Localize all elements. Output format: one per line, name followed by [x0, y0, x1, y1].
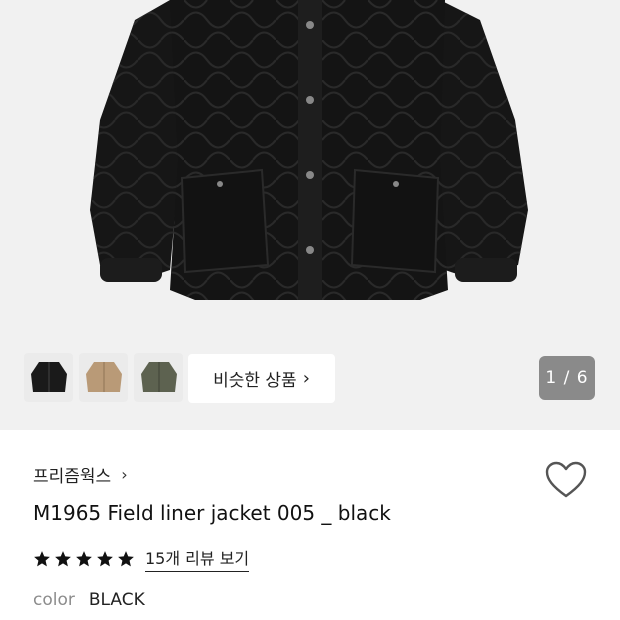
chevron-right-icon: ›	[121, 465, 128, 484]
similar-products-label: 비슷한 상품	[213, 371, 297, 391]
color-label: color	[33, 590, 75, 610]
brand-name: 프리즘웍스	[33, 467, 112, 487]
similar-products-button[interactable]: 비슷한 상품 ›	[188, 354, 335, 403]
star-icon	[97, 550, 113, 566]
rating-stars	[33, 550, 135, 568]
black-jacket-thumb-icon	[30, 361, 67, 392]
thumbnail-black-jacket[interactable]	[24, 353, 73, 402]
thumbnail-olive-jacket[interactable]	[134, 353, 183, 402]
review-link[interactable]: 15개 리뷰 보기	[145, 545, 250, 572]
color-value: BLACK	[88, 590, 145, 610]
star-icon	[118, 550, 134, 566]
star-icon	[76, 550, 92, 566]
color-row: color BLACK	[33, 590, 145, 610]
heart-icon[interactable]	[544, 460, 588, 500]
thumbnail-beige-jacket[interactable]	[79, 353, 128, 402]
thumbnail-strip	[24, 353, 183, 402]
beige-jacket-thumb-icon	[85, 361, 122, 392]
star-icon	[34, 550, 50, 566]
chevron-right-icon: ›	[302, 368, 310, 389]
brand-link[interactable]: 프리즘웍스 ›	[33, 462, 128, 487]
product-image-gallery[interactable]: 비슷한 상품 › 1 / 6	[0, 0, 620, 430]
star-icon	[55, 550, 71, 566]
rating-row: 15개 리뷰 보기	[33, 545, 250, 572]
product-title: M1965 Field liner jacket 005 _ black	[33, 501, 391, 525]
olive-jacket-thumb-icon	[140, 361, 177, 392]
image-counter: 1 / 6	[539, 356, 595, 400]
